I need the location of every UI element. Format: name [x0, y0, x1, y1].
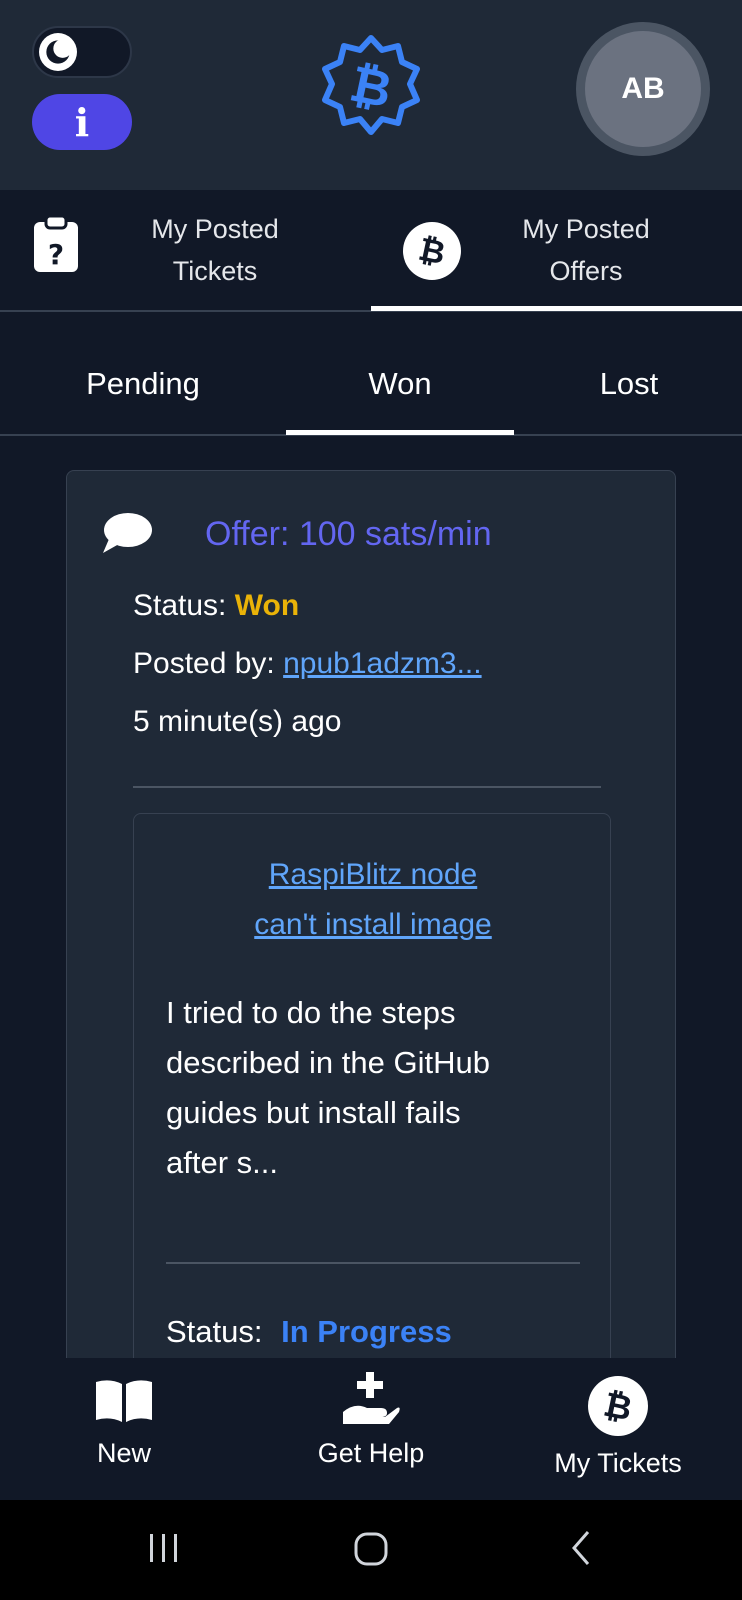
ticket-status-row: Status: In Progress	[166, 1314, 452, 1350]
ticket-title-line2: can't install image	[254, 908, 492, 941]
tab-label-line2: Tickets	[172, 256, 258, 286]
system-navigation-bar	[0, 1500, 742, 1600]
dark-mode-toggle[interactable]	[32, 26, 132, 78]
ticket-title-link[interactable]: RaspiBlitz node can't install image	[134, 850, 612, 950]
divider	[133, 786, 601, 788]
offer-title: Offer: 100 sats/min	[205, 515, 492, 553]
svg-text:₿: ₿	[345, 54, 397, 119]
posted-by-row: Posted by: npub1adzm3...	[133, 647, 482, 681]
hand-holding-medical-icon	[341, 1372, 401, 1433]
tab-label-line1: My Posted	[522, 214, 650, 244]
recent-apps-icon[interactable]	[146, 1530, 182, 1571]
avatar: AB	[585, 31, 701, 147]
ticket-title-line1: RaspiBlitz node	[268, 858, 478, 891]
nav-new[interactable]: New	[24, 1358, 224, 1500]
status-label: Status:	[133, 589, 227, 622]
bottom-navigation: New Get Help ₿ My Tickets	[0, 1358, 742, 1500]
back-icon[interactable]	[566, 1528, 596, 1573]
tab-won[interactable]: Won	[300, 366, 500, 402]
moon-icon	[39, 33, 77, 71]
offer-status-row: Status: Won	[133, 589, 299, 623]
tab-pending[interactable]: Pending	[43, 366, 243, 402]
tab-lost[interactable]: Lost	[529, 366, 729, 402]
bitcoin-icon: ₿	[403, 222, 461, 285]
bitcoin-icon: ₿	[588, 1376, 648, 1441]
bitcoin-badge-logo: ₿	[316, 32, 426, 142]
info-button[interactable]: i	[32, 94, 132, 150]
info-icon: i	[74, 99, 90, 145]
divider	[166, 1262, 580, 1264]
posted-by-label: Posted by:	[133, 647, 275, 680]
tab-my-posted-tickets[interactable]: ? My Posted Tickets	[0, 190, 371, 310]
ticket-status-label: Status:	[166, 1314, 263, 1349]
offer-card: Offer: 100 sats/min Status: Won Posted b…	[66, 470, 676, 1370]
ticket-status-badge: In Progress	[281, 1314, 452, 1349]
offer-status-tabs: Pending Won Lost	[0, 312, 742, 436]
nav-get-help[interactable]: Get Help	[271, 1358, 471, 1500]
nav-my-tickets[interactable]: ₿ My Tickets	[518, 1358, 718, 1500]
tab-label-line2: Offers	[549, 256, 623, 286]
svg-text:?: ?	[48, 238, 64, 271]
clipboard-question-icon: ?	[32, 214, 80, 279]
active-subtab-indicator	[286, 430, 514, 435]
status-badge: Won	[234, 589, 300, 622]
tab-my-posted-offers[interactable]: ₿ My Posted Offers	[371, 190, 742, 310]
posted-tabs: ? My Posted Tickets ₿ My Posted Offers	[0, 190, 742, 312]
home-icon[interactable]	[352, 1530, 390, 1573]
book-open-icon	[94, 1378, 154, 1429]
ticket-description: I tried to do the steps described in the…	[166, 995, 490, 1180]
nav-label: My Tickets	[554, 1448, 682, 1478]
tab-label-line1: My Posted	[151, 214, 279, 244]
user-avatar-button[interactable]: AB	[576, 22, 710, 156]
posted-by-link[interactable]: npub1adzm3...	[283, 647, 481, 680]
chat-bubble-icon	[101, 511, 153, 560]
nav-label: Get Help	[317, 1438, 425, 1468]
app-header: i ₿ AB	[0, 0, 742, 190]
active-tab-indicator	[371, 306, 742, 311]
nav-label: New	[96, 1438, 151, 1468]
time-ago: 5 minute(s) ago	[133, 705, 342, 738]
ticket-card: RaspiBlitz node can't install image I tr…	[133, 813, 612, 1369]
